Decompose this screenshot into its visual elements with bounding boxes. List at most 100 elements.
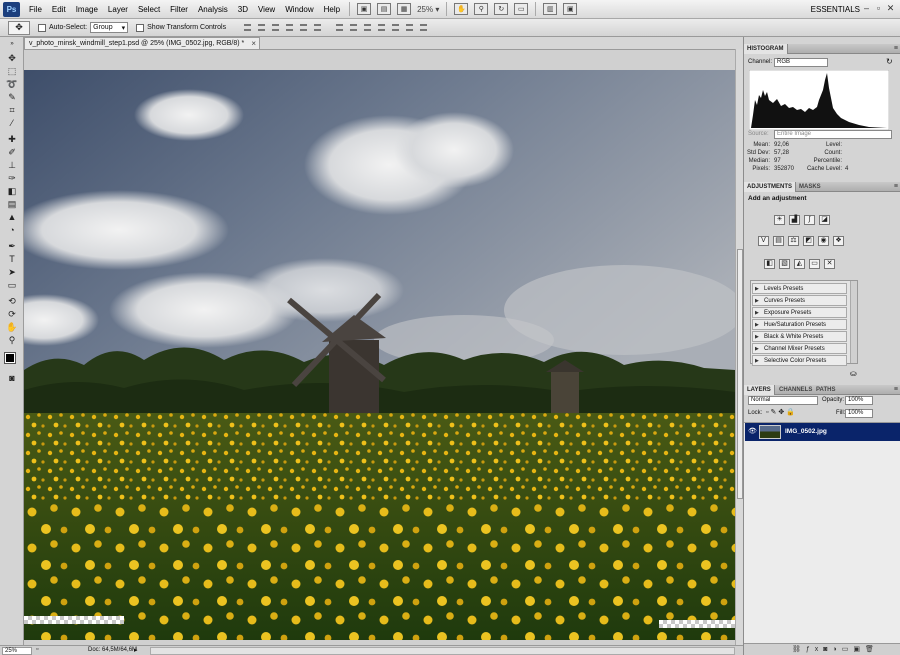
source-dropdown[interactable]: Entire Image bbox=[774, 130, 892, 139]
tab-masks[interactable]: MASKS bbox=[796, 182, 824, 192]
zoom-tool[interactable]: ⚲ bbox=[5, 335, 19, 346]
menu-view[interactable]: View bbox=[253, 0, 280, 19]
brightness-contrast-icon[interactable]: ☀ bbox=[774, 215, 785, 225]
canvas-vertical-scrollbar[interactable] bbox=[735, 49, 743, 645]
opacity-input[interactable]: 100% bbox=[845, 396, 873, 405]
zoom-level-dropdown[interactable]: 25% ▾ bbox=[414, 5, 442, 14]
auto-select-checkbox[interactable] bbox=[38, 23, 46, 32]
list-item[interactable]: Channel Mixer Presets bbox=[752, 343, 847, 354]
levels-icon[interactable]: ▟ bbox=[789, 215, 800, 225]
delete-layer-icon[interactable]: 🗑 bbox=[865, 646, 879, 653]
tools-collapse-icon[interactable]: » bbox=[5, 41, 19, 47]
arrange-documents-icon[interactable]: ▥ bbox=[543, 3, 558, 15]
screen-mode-icon[interactable]: ▭ bbox=[514, 3, 529, 15]
distribute-hcenter-icon[interactable] bbox=[390, 23, 401, 33]
threshold-icon[interactable]: ◭ bbox=[794, 259, 805, 269]
channel-dropdown[interactable]: RGB bbox=[774, 58, 828, 67]
extras-icon[interactable]: ▦ bbox=[397, 3, 412, 15]
eye-icon[interactable]: 👁 bbox=[748, 427, 757, 435]
hand-tool-icon[interactable]: ✋ bbox=[454, 3, 469, 15]
quick-mask-icon[interactable]: ◙ bbox=[5, 373, 19, 384]
distribute-bottom-icon[interactable] bbox=[362, 23, 373, 33]
menu-window[interactable]: Window bbox=[280, 0, 318, 19]
history-brush-tool[interactable]: ✑ bbox=[5, 173, 19, 184]
menu-select[interactable]: Select bbox=[133, 0, 165, 19]
menu-image[interactable]: Image bbox=[71, 0, 103, 19]
channel-mixer-icon[interactable]: ❖ bbox=[833, 236, 844, 246]
distribute-vcenter-icon[interactable] bbox=[348, 23, 359, 33]
menu-filter[interactable]: Filter bbox=[165, 0, 193, 19]
3d-camera-tool[interactable]: ⟳ bbox=[5, 309, 19, 320]
path-selection-tool[interactable]: ➤ bbox=[5, 267, 19, 278]
gradient-map-icon[interactable]: ▭ bbox=[809, 259, 820, 269]
new-layer-icon[interactable]: ▣ bbox=[853, 646, 865, 653]
status-menu-arrow-icon[interactable]: ▸ bbox=[134, 646, 138, 654]
move-tool[interactable]: ✥ bbox=[5, 53, 19, 64]
screen-mode-switch-icon[interactable]: ▣ bbox=[563, 3, 578, 15]
exposure-icon[interactable]: ◪ bbox=[819, 215, 830, 225]
tab-layers[interactable]: LAYERS bbox=[744, 385, 775, 395]
panel-menu-icon[interactable]: ≡ bbox=[894, 385, 898, 395]
blur-tool[interactable]: ▲ bbox=[5, 212, 19, 223]
invert-icon[interactable]: ◧ bbox=[764, 259, 775, 269]
maximize-icon[interactable]: ▫ bbox=[873, 3, 884, 14]
close-icon[interactable]: ✕ bbox=[885, 3, 896, 14]
align-hcenter-icon[interactable] bbox=[298, 23, 309, 33]
list-item[interactable]: Black & White Presets bbox=[752, 331, 847, 342]
show-transform-checkbox[interactable] bbox=[136, 23, 145, 32]
eyedropper-tool[interactable]: ⁄ bbox=[5, 118, 19, 129]
refresh-icon[interactable]: ↻ bbox=[886, 57, 893, 66]
menu-3d[interactable]: 3D bbox=[233, 0, 253, 19]
type-tool[interactable]: T bbox=[5, 254, 19, 265]
new-group-icon[interactable]: ▭ bbox=[842, 646, 854, 653]
list-item[interactable]: Selective Color Presets bbox=[752, 355, 847, 366]
list-item[interactable]: Curves Presets bbox=[752, 295, 847, 306]
tab-histogram[interactable]: HISTOGRAM bbox=[744, 44, 788, 54]
layer-row[interactable]: 👁 IMG_0502.jpg bbox=[745, 423, 900, 441]
black-white-icon[interactable]: ◩ bbox=[803, 236, 814, 246]
zoom-tool-icon[interactable]: ⚲ bbox=[474, 3, 489, 15]
clone-stamp-tool[interactable]: ⊥ bbox=[5, 160, 19, 171]
vibrance-icon[interactable]: V bbox=[758, 236, 769, 246]
align-bottom-icon[interactable] bbox=[270, 23, 281, 33]
align-top-icon[interactable] bbox=[242, 23, 253, 33]
distribute-top-icon[interactable] bbox=[334, 23, 345, 33]
presets-scrollbar[interactable] bbox=[850, 281, 857, 363]
menu-analysis[interactable]: Analysis bbox=[193, 0, 233, 19]
panel-menu-icon[interactable]: ≡ bbox=[894, 44, 898, 54]
rotate-view-icon[interactable]: ↻ bbox=[494, 3, 509, 15]
healing-brush-tool[interactable]: ✚ bbox=[5, 134, 19, 145]
link-layers-icon[interactable]: ⛓ bbox=[792, 646, 806, 653]
auto-align-icon[interactable] bbox=[418, 23, 429, 33]
marquee-tool[interactable]: ⬚ bbox=[5, 66, 19, 77]
eraser-tool[interactable]: ◧ bbox=[5, 186, 19, 197]
panel-menu-icon[interactable]: ≡ bbox=[894, 182, 898, 192]
clip-to-layer-icon[interactable]: ⛀ bbox=[850, 369, 857, 378]
new-adjustment-icon[interactable]: ◑ bbox=[833, 646, 842, 653]
dodge-tool[interactable]: ◔ bbox=[5, 225, 19, 236]
workspace-switcher[interactable]: ESSENTIALS bbox=[811, 0, 860, 19]
foreground-color-swatch[interactable] bbox=[4, 352, 16, 364]
distribute-right-icon[interactable] bbox=[404, 23, 415, 33]
selective-color-icon[interactable]: ✕ bbox=[824, 259, 835, 269]
photo-filter-icon[interactable]: ◉ bbox=[818, 236, 829, 246]
close-document-icon[interactable]: × bbox=[251, 38, 256, 49]
minimize-icon[interactable]: – bbox=[861, 3, 872, 14]
add-mask-icon[interactable]: ◙ bbox=[823, 646, 832, 653]
align-left-icon[interactable] bbox=[284, 23, 295, 33]
tool-preset-picker[interactable]: ✥ bbox=[8, 20, 30, 35]
menu-layer[interactable]: Layer bbox=[103, 0, 133, 19]
list-item[interactable]: Hue/Saturation Presets bbox=[752, 319, 847, 330]
status-info-icon[interactable]: ▫ bbox=[36, 646, 38, 653]
layer-style-icon[interactable]: ƒx bbox=[806, 646, 823, 653]
list-item[interactable]: Exposure Presets bbox=[752, 307, 847, 318]
rectangle-tool[interactable]: ▭ bbox=[5, 280, 19, 291]
list-item[interactable]: Levels Presets bbox=[752, 283, 847, 294]
hand-tool[interactable]: ✋ bbox=[5, 322, 19, 333]
3d-rotate-tool[interactable]: ⟲ bbox=[5, 296, 19, 307]
align-right-icon[interactable] bbox=[312, 23, 323, 33]
crop-tool[interactable]: ⌗ bbox=[5, 105, 19, 116]
curves-icon[interactable]: ∫ bbox=[804, 215, 815, 225]
menu-file[interactable]: File bbox=[24, 0, 47, 19]
menu-help[interactable]: Help bbox=[319, 0, 345, 19]
